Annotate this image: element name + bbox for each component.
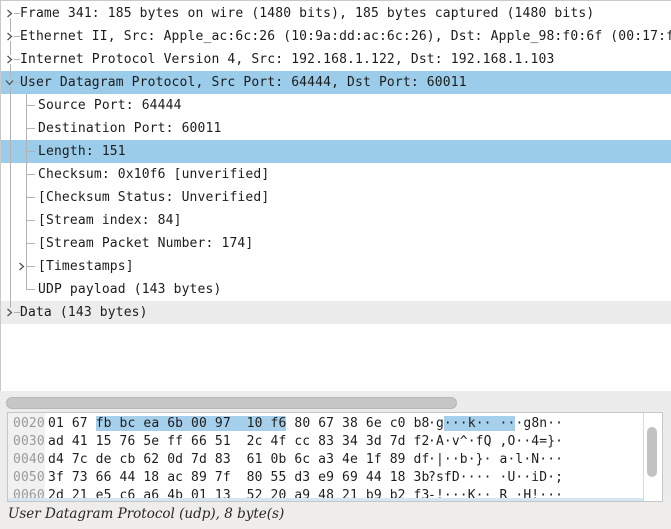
tree-guide-line xyxy=(26,128,35,129)
hex-row[interactable]: 0040d4 7c de cb 62 0d 7d 83 61 0b 6c a3 … xyxy=(8,451,644,469)
packet-details-rows: Frame 341: 185 bytes on wire (1480 bits)… xyxy=(1,2,671,324)
wireshark-window: Frame 341: 185 bytes on wire (1480 bits)… xyxy=(0,0,671,529)
tree-row[interactable]: [Checksum Status: Unverified] xyxy=(1,186,671,209)
tree-row-label: Length: 151 xyxy=(38,140,126,163)
tree-row[interactable]: [Stream index: 84] xyxy=(1,209,671,232)
expander-collapsed-icon[interactable] xyxy=(5,308,14,317)
tree-guide-line xyxy=(26,174,35,175)
hex-row[interactable]: 002001 67 fb bc ea 6b 00 97 10 f6 80 67 … xyxy=(8,415,644,433)
hex-bytes[interactable]: ad 41 15 76 5e ff 66 51 2c 4f cc 83 34 3… xyxy=(48,433,429,451)
tree-row[interactable]: Internet Protocol Version 4, Src: 192.16… xyxy=(1,48,671,71)
tree-row[interactable]: Data (143 bytes) xyxy=(1,301,671,324)
tree-row-label: Frame 341: 185 bytes on wire (1480 bits)… xyxy=(20,2,594,25)
tree-row-label: [Stream Packet Number: 174] xyxy=(38,232,253,255)
packet-details-pane[interactable]: Frame 341: 185 bytes on wire (1480 bits)… xyxy=(0,0,671,392)
tree-row[interactable]: Ethernet II, Src: Apple_ac:6c:26 (10:9a:… xyxy=(1,25,671,48)
tree-row[interactable]: Length: 151 xyxy=(1,140,671,163)
tree-guide-line xyxy=(10,209,11,232)
packet-bytes-pane[interactable]: 002001 67 fb bc ea 6b 00 97 10 f6 80 67 … xyxy=(7,412,663,502)
hex-bytes[interactable]: 3f 73 66 44 18 ac 89 7f 80 55 d3 e9 69 4… xyxy=(48,469,429,487)
expander-collapsed-icon[interactable] xyxy=(5,9,14,18)
tree-guide-line xyxy=(10,255,11,278)
hex-offset-label: 0020 xyxy=(8,415,45,433)
tree-row-label: Destination Port: 60011 xyxy=(38,117,221,140)
ascii-bytes[interactable]: ·A·v^·fQ ,O··4=}· xyxy=(428,433,563,451)
hex-row[interactable]: 0030ad 41 15 76 5e ff 66 51 2c 4f cc 83 … xyxy=(8,433,644,451)
hex-bytes[interactable]: 01 67 fb bc ea 6b 00 97 10 f6 80 67 38 6… xyxy=(48,415,429,433)
details-horizontal-scrollbar[interactable] xyxy=(0,391,671,412)
tree-guide-line xyxy=(26,220,35,221)
bytes-vertical-scrollbar[interactable] xyxy=(643,413,662,501)
hex-offset-label: 0030 xyxy=(8,433,45,451)
tree-guide-line xyxy=(26,243,35,244)
status-field-info: User Datagram Protocol (udp), 8 byte(s) xyxy=(8,502,284,527)
tree-row[interactable]: Destination Port: 60011 xyxy=(1,117,671,140)
tree-row-label: Internet Protocol Version 4, Src: 192.16… xyxy=(20,48,554,71)
vertical-scrollbar-thumb[interactable] xyxy=(647,427,657,477)
tree-guide-line xyxy=(26,197,35,198)
ascii-bytes[interactable]: ·|··b·}· a·l·N··· xyxy=(428,451,563,469)
tree-guide-line xyxy=(10,186,11,209)
tree-row-label: User Datagram Protocol, Src Port: 64444,… xyxy=(20,71,467,94)
horizontal-scrollbar-thumb[interactable] xyxy=(6,397,457,409)
tree-row-label: Checksum: 0x10f6 [unverified] xyxy=(38,163,269,186)
expander-expanded-icon[interactable] xyxy=(5,78,14,87)
tree-row[interactable]: [Stream Packet Number: 174] xyxy=(1,232,671,255)
hex-offset-label: 0040 xyxy=(8,451,45,469)
tree-guide-line xyxy=(10,232,11,255)
partial-next-row xyxy=(8,498,644,501)
tree-guide-line xyxy=(10,94,11,117)
tree-row-label: Data (143 bytes) xyxy=(20,301,148,324)
ascii-bytes[interactable]: ·g···k·· ···g8n·· xyxy=(428,415,563,433)
tree-guide-line xyxy=(26,105,35,106)
tree-guide-line xyxy=(10,140,11,163)
tree-row[interactable]: User Datagram Protocol, Src Port: 64444,… xyxy=(1,71,671,94)
tree-row[interactable]: [Timestamps] xyxy=(1,255,671,278)
tree-guide-line xyxy=(26,151,35,152)
expander-collapsed-icon[interactable] xyxy=(5,55,14,64)
status-bar: User Datagram Protocol (udp), 8 byte(s) xyxy=(0,502,671,529)
tree-guide-line xyxy=(10,278,11,301)
tree-row-label: UDP payload (143 bytes) xyxy=(38,278,221,301)
tree-guide-line xyxy=(26,289,35,290)
tree-guide-line xyxy=(10,117,11,140)
expander-collapsed-icon[interactable] xyxy=(17,262,26,271)
tree-row-label: Source Port: 64444 xyxy=(38,94,182,117)
hex-bytes[interactable]: d4 7c de cb 62 0d 7d 83 61 0b 6c a3 4e 1… xyxy=(48,451,429,469)
tree-guide-line xyxy=(26,266,35,267)
hex-offset-label: 0050 xyxy=(8,469,45,487)
hex-row[interactable]: 00503f 73 66 44 18 ac 89 7f 80 55 d3 e9 … xyxy=(8,469,644,487)
tree-row[interactable]: UDP payload (143 bytes) xyxy=(1,278,671,301)
tree-row-label: Ethernet II, Src: Apple_ac:6c:26 (10:9a:… xyxy=(20,25,671,48)
tree-guide-line xyxy=(10,163,11,186)
tree-row[interactable]: Source Port: 64444 xyxy=(1,94,671,117)
expander-collapsed-icon[interactable] xyxy=(5,32,14,41)
hex-rows: 002001 67 fb bc ea 6b 00 97 10 f6 80 67 … xyxy=(8,415,644,502)
tree-row[interactable]: Checksum: 0x10f6 [unverified] xyxy=(1,163,671,186)
tree-row-label: [Timestamps] xyxy=(38,255,134,278)
tree-row-label: [Checksum Status: Unverified] xyxy=(38,186,269,209)
tree-row-label: [Stream index: 84] xyxy=(38,209,182,232)
tree-row[interactable]: Frame 341: 185 bytes on wire (1480 bits)… xyxy=(1,2,671,25)
ascii-bytes[interactable]: ?sfD···· ·U··iD·; xyxy=(428,469,563,487)
